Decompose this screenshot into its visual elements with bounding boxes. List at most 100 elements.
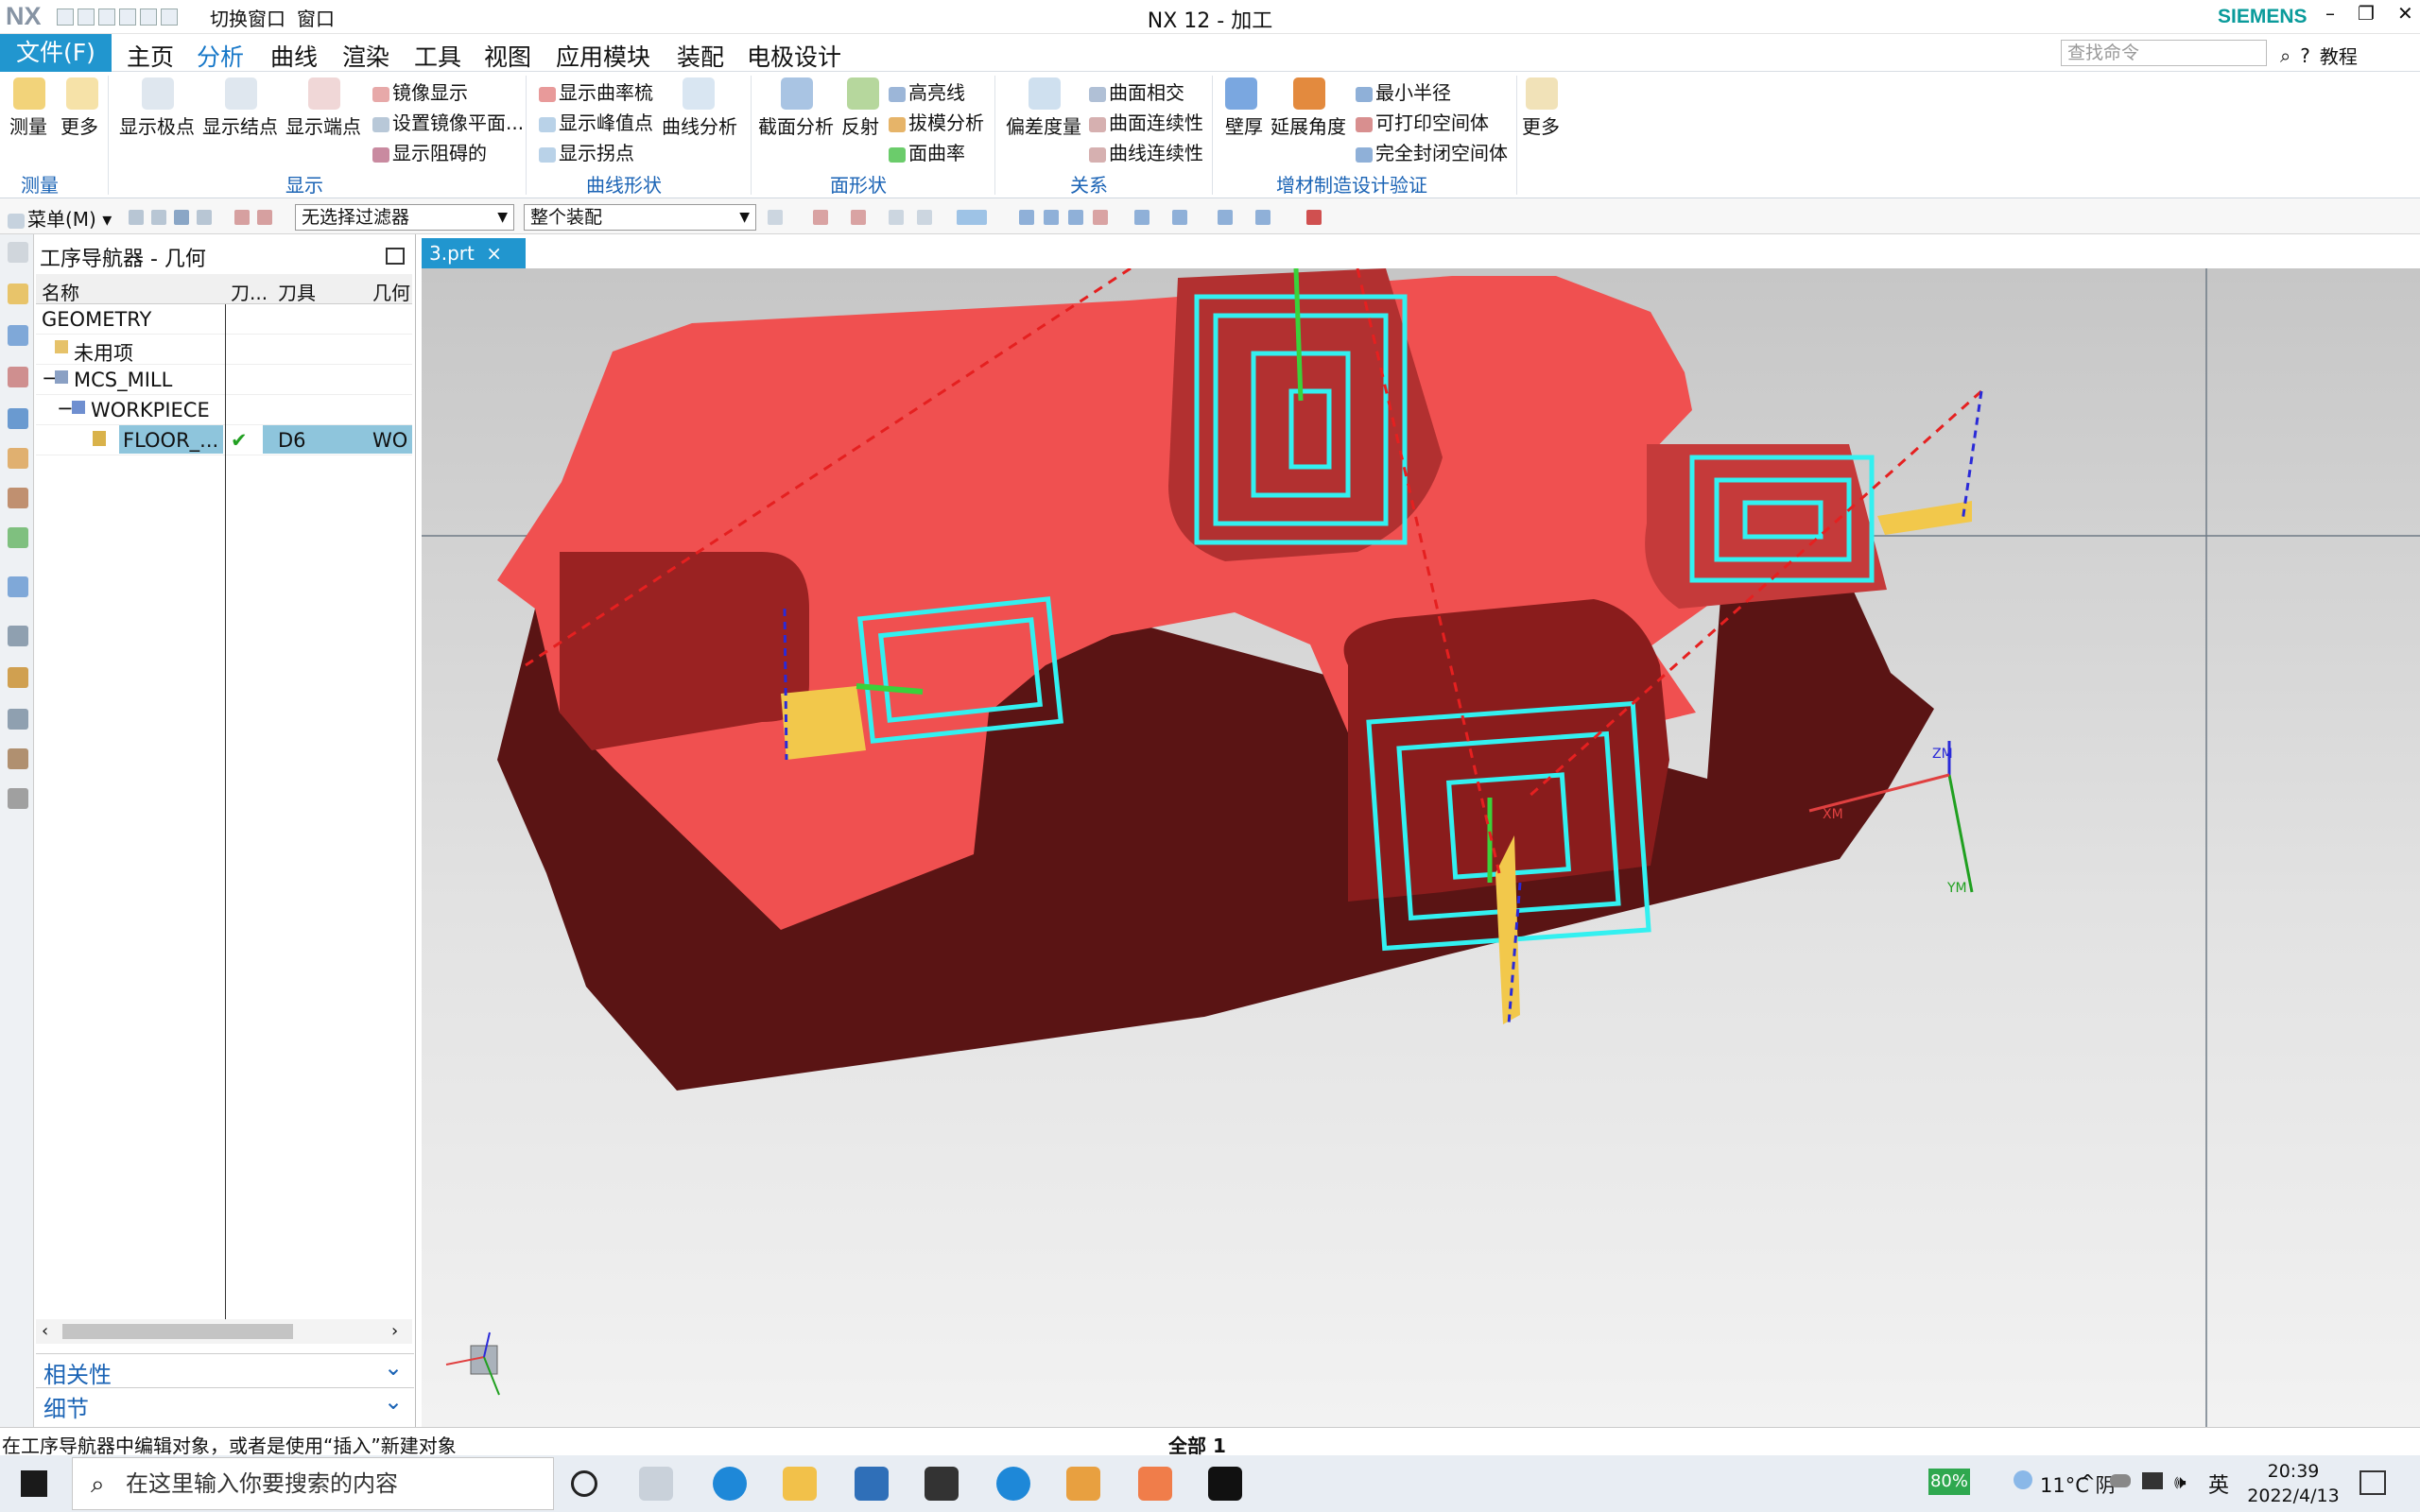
curve-continuity-button[interactable]: 曲线连续性 (1089, 138, 1203, 165)
show-poles-button[interactable]: 显示极点 (119, 112, 195, 139)
show-ends-button[interactable]: 显示端点 (285, 112, 361, 139)
min-radius-button[interactable]: 最小半径 (1356, 77, 1451, 105)
tab-view[interactable]: 视图 (484, 39, 531, 73)
snap-icon[interactable] (957, 210, 987, 225)
resource-icon[interactable] (8, 788, 28, 809)
operation-navigator-icon[interactable] (8, 408, 28, 429)
measure-icon[interactable] (13, 77, 45, 110)
snap-icon[interactable] (768, 210, 783, 225)
resource-icon[interactable] (8, 576, 28, 597)
measure-button[interactable]: 测量 (9, 112, 47, 139)
peak-points-button[interactable]: 显示峰值点 (539, 108, 653, 135)
select-tool-icon[interactable] (174, 210, 189, 225)
app-icon[interactable] (1138, 1467, 1172, 1501)
tab-electrode[interactable]: 电极设计 (747, 39, 841, 73)
resource-icon[interactable] (8, 748, 28, 769)
resource-icon[interactable] (8, 284, 28, 304)
view-tool-icon[interactable] (1218, 210, 1233, 225)
document-tab[interactable]: 3.prt × (422, 238, 526, 268)
column-name[interactable]: 名称 (42, 278, 79, 305)
view-tool-icon[interactable] (1172, 210, 1187, 225)
tutorial-link[interactable]: 教程 (2320, 42, 2358, 69)
resource-icon[interactable] (8, 488, 28, 508)
view-tool-icon[interactable] (1255, 210, 1270, 225)
reflection-button[interactable]: 反射 (841, 112, 879, 139)
highlight-lines-button[interactable]: 高亮线 (889, 77, 965, 105)
tree-row-unused[interactable]: 未用项 (36, 335, 412, 365)
ie-icon[interactable] (996, 1467, 1030, 1501)
tree-row-geometry[interactable]: GEOMETRY (36, 304, 412, 335)
horizontal-scrollbar[interactable]: ‹ › (36, 1319, 412, 1344)
curve-analysis-button[interactable]: 曲线分析 (662, 112, 737, 139)
resource-icon[interactable] (8, 667, 28, 688)
search-icon[interactable]: ⌕ (2280, 44, 2290, 67)
cortana-icon[interactable] (571, 1470, 597, 1497)
deviation-icon[interactable] (1028, 77, 1061, 110)
mirror-display-button[interactable]: 镜像显示 (372, 77, 468, 105)
ime-indicator[interactable]: 英 (2208, 1469, 2229, 1499)
ends-icon[interactable] (308, 77, 340, 110)
snap-icon[interactable] (813, 210, 828, 225)
resource-icon[interactable] (8, 325, 28, 346)
part-model[interactable]: ZM YM XM (422, 268, 2420, 1427)
mirror-plane-button[interactable]: 设置镜像平面... (372, 108, 524, 135)
inflection-button[interactable]: 显示拐点 (539, 138, 634, 165)
details-section[interactable]: 细节 ⌄ (36, 1387, 414, 1422)
taskbar-search-input[interactable]: 在这里输入你要搜索的内容 (72, 1457, 554, 1510)
scroll-left-icon[interactable]: ‹ (42, 1321, 48, 1341)
wall-thickness-icon[interactable] (1225, 77, 1257, 110)
closed-volume-button[interactable]: 完全封闭空间体 (1356, 138, 1508, 165)
mail-icon[interactable] (855, 1467, 889, 1501)
tab-home[interactable]: 主页 (127, 39, 174, 73)
task-view-icon[interactable] (639, 1467, 673, 1501)
resource-icon[interactable] (8, 448, 28, 469)
view-tool-icon[interactable] (1044, 210, 1059, 225)
section-analysis-button[interactable]: 截面分析 (758, 112, 834, 139)
type-filter-select[interactable]: 无选择过滤器 ▼ (295, 204, 514, 231)
select-tool-icon[interactable] (257, 210, 272, 225)
view-tool-icon[interactable] (1019, 210, 1034, 225)
assembly-scope-select[interactable]: 整个装配 ▼ (524, 204, 756, 231)
view-tool-icon[interactable] (1093, 210, 1108, 225)
deviation-gauge-button[interactable]: 偏差度量 (1006, 112, 1081, 139)
select-tool-icon[interactable] (234, 210, 250, 225)
scroll-thumb[interactable] (62, 1324, 293, 1339)
onedrive-icon[interactable] (2110, 1474, 2131, 1487)
column-tool[interactable]: 刀具 (278, 278, 316, 305)
knots-icon[interactable] (225, 77, 257, 110)
maximize-icon[interactable] (386, 248, 405, 265)
graphics-window[interactable]: ZM YM XM (422, 268, 2420, 1427)
view-tool-icon[interactable] (1134, 210, 1150, 225)
chevron-up-icon[interactable]: ^ (2080, 1470, 2096, 1493)
show-knots-button[interactable]: 显示结点 (202, 112, 278, 139)
tab-assembly[interactable]: 装配 (677, 39, 724, 73)
face-curvature-button[interactable]: 面曲率 (889, 138, 965, 165)
draft-analysis-button[interactable]: 拔模分析 (889, 108, 984, 135)
curve-analysis-icon[interactable] (683, 77, 715, 110)
file-explorer-icon[interactable] (783, 1467, 817, 1501)
show-obstacles-button[interactable]: 显示阻碍的 (372, 138, 487, 165)
column-geometry[interactable]: 几何 (372, 278, 410, 305)
face-intersect-button[interactable]: 曲面相交 (1089, 77, 1184, 105)
snap-icon[interactable] (889, 210, 904, 225)
dependencies-section[interactable]: 相关性 ⌄ (36, 1353, 414, 1388)
poles-icon[interactable] (142, 77, 174, 110)
snap-icon[interactable] (917, 210, 932, 225)
close-icon[interactable]: ✕ (2397, 2, 2413, 25)
snap-icon[interactable] (851, 210, 866, 225)
main-menu-button[interactable]: 菜单(M) ▾ (8, 204, 112, 232)
help-icon[interactable]: ? (2300, 44, 2310, 67)
file-menu[interactable]: 文件(F) (0, 34, 112, 72)
resource-icon[interactable] (8, 527, 28, 548)
more-icon[interactable] (1526, 77, 1558, 110)
restore-icon[interactable]: ❐ (2358, 2, 2375, 25)
battery-indicator[interactable]: 80% (1928, 1469, 1970, 1495)
select-tool-icon[interactable] (129, 210, 144, 225)
resource-icon[interactable] (8, 367, 28, 387)
select-tool-icon[interactable] (151, 210, 166, 225)
reflection-icon[interactable] (847, 77, 879, 110)
tab-applications[interactable]: 应用模块 (556, 39, 650, 73)
tree-row-floor-wall[interactable]: FLOOR_... ✔ D6 WO (36, 425, 412, 455)
view-tool-icon[interactable] (1306, 210, 1322, 225)
history-icon[interactable] (8, 626, 28, 646)
